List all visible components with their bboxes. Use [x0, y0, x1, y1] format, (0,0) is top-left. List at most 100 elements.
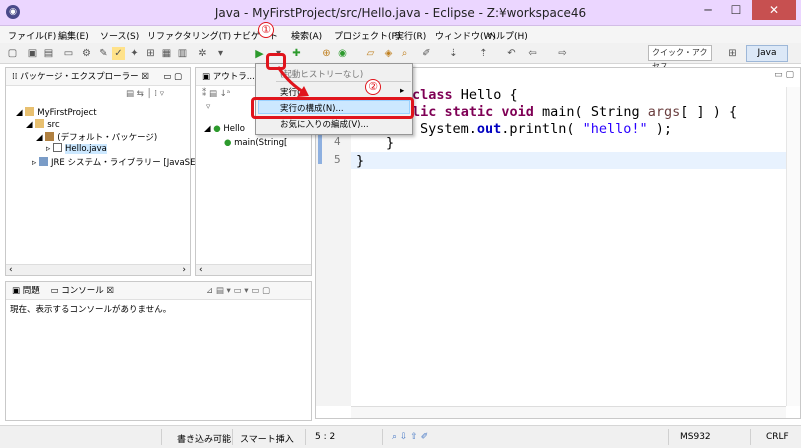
- submenu-arrow-icon: ▸: [400, 86, 405, 96]
- java-file-icon: [52, 143, 62, 152]
- outline-hscrollbar[interactable]: ‹: [196, 264, 311, 275]
- console-message: 現在、表示するコンソールがありません。: [10, 305, 172, 315]
- menu-refactor[interactable]: リファクタリング(T): [147, 29, 231, 42]
- open-perspective-icon[interactable]: ⊞: [726, 47, 739, 60]
- menu-search[interactable]: 検索(A): [291, 29, 322, 42]
- menu-source[interactable]: ソース(S): [100, 29, 139, 42]
- annotation-arrow: [276, 66, 309, 97]
- minimize-button[interactable]: ─: [694, 0, 722, 20]
- tree-item-jre[interactable]: ▹ JRE システム・ライブラリー [JavaSE-: [32, 156, 199, 168]
- explorer-hscrollbar[interactable]: ‹ ›: [6, 264, 190, 275]
- code-line-5: }: [356, 153, 365, 169]
- outline-toolbar[interactable]: ⁑ ▤ ↓ᵃ: [202, 89, 230, 99]
- current-line-highlight: [351, 152, 800, 169]
- maximize-button[interactable]: ☐: [722, 0, 750, 20]
- package-icon: [45, 132, 55, 141]
- console-toolbar[interactable]: ⊿ ▤ ▾ ▭ ▾ ▭ ▢: [206, 282, 270, 299]
- status-insert-mode: スマート挿入: [240, 435, 294, 445]
- editor-min-max-icon[interactable]: ▭ ▢: [774, 70, 794, 80]
- mark-icon[interactable]: ✓: [112, 47, 125, 60]
- search-icon[interactable]: ⌕: [398, 47, 411, 60]
- debug-dropdown-icon[interactable]: ▾: [214, 47, 227, 60]
- status-line-ending: CRLF: [766, 432, 789, 442]
- library-icon: [38, 157, 48, 166]
- run-icon[interactable]: ▶: [253, 47, 266, 60]
- format-icon[interactable]: ⊞: [144, 47, 157, 60]
- status-separator: [382, 429, 383, 445]
- highlight-icon[interactable]: ✦: [128, 47, 141, 60]
- status-writable: 書き込み可能: [177, 435, 232, 445]
- prev-annotation-icon[interactable]: ⇡: [477, 47, 490, 60]
- close-button[interactable]: ✕: [752, 0, 796, 20]
- java-perspective-button[interactable]: Java: [746, 45, 788, 62]
- save-icon[interactable]: ▣: [26, 47, 39, 60]
- run-external-icon[interactable]: ✚: [290, 47, 303, 60]
- menu-run[interactable]: 実行(R): [395, 29, 426, 42]
- organize-favorites-item[interactable]: お気に入りの編成(V)...: [280, 118, 369, 130]
- annotation-icon[interactable]: ✐: [420, 47, 433, 60]
- class-icon: ●: [213, 124, 221, 134]
- folder-icon: [25, 107, 35, 116]
- new-class-icon[interactable]: ◉: [336, 47, 349, 60]
- status-separator: [305, 429, 306, 445]
- view-icon[interactable]: ▥: [176, 47, 189, 60]
- status-separator: [161, 429, 162, 445]
- outline-item-main[interactable]: ● main(String[: [224, 138, 287, 148]
- tree-item-package[interactable]: ◢ (デフォルト・パッケージ): [36, 131, 157, 143]
- status-separator: [750, 429, 751, 445]
- tree-item-src[interactable]: ◢ src: [26, 119, 60, 130]
- console-tab[interactable]: ▭ コンソール ☒: [50, 286, 114, 296]
- tree-item-hello-java[interactable]: ▹ Hello.java: [46, 143, 107, 154]
- editor-hscrollbar[interactable]: [351, 406, 786, 418]
- status-separator: [232, 429, 233, 445]
- status-bar: 書き込み可能 スマート挿入 5 : 2 ⌕ ⇩ ⇧ ✐ MS932 CRLF: [0, 425, 801, 448]
- new-package-icon[interactable]: ⊕: [320, 47, 333, 60]
- code-line-1: class Hello {: [412, 87, 518, 103]
- menu-edit[interactable]: 編集(E): [58, 29, 89, 42]
- java-perspective-label: Java: [757, 48, 777, 58]
- settings-icon[interactable]: ⚙: [80, 47, 93, 60]
- console-tab-bar: ▣ 問題 ▭ コンソール ☒ ⊿ ▤ ▾ ▭ ▾ ▭ ▢: [6, 282, 311, 300]
- package-explorer-panel: ⁞⁞ パッケージ・エクスプローラー ☒ ▭ ▢ ▤ ⇆ │ ⁞ ▿ ◢ MyFir…: [5, 67, 199, 276]
- pin-icon[interactable]: ✎: [97, 47, 110, 60]
- menu-help[interactable]: ヘルプ(H): [487, 29, 528, 42]
- quick-access-input[interactable]: クイック・アクセス: [648, 45, 712, 71]
- line-number: 4: [334, 135, 341, 148]
- src-folder-icon: [35, 119, 45, 128]
- next-annotation-icon[interactable]: ⇣: [447, 47, 460, 60]
- back-icon[interactable]: ⇦: [526, 47, 539, 60]
- annotation-step-1: ①: [258, 22, 274, 38]
- debug-icon[interactable]: ✲: [196, 47, 209, 60]
- save-all-icon[interactable]: ▤: [42, 47, 55, 60]
- console-icon: ▭: [50, 286, 62, 296]
- tree-item-project[interactable]: ◢ MyFirstProject: [16, 107, 97, 118]
- terminal-icon[interactable]: ▭: [62, 47, 75, 60]
- code-line-3: System.out.println( "hello!" );: [420, 121, 672, 137]
- explorer-toolbar[interactable]: ▤ ⇆ │ ⁞ ▿: [126, 89, 164, 99]
- toolbar: ▢ ▣ ▤ ▭ ⚙ ✎ ✓ ✦ ⊞ ▦ ▥ ✲ ▾ ▶ ▾ ✚ ⊕ ◉ ▱ ◈ …: [0, 43, 801, 71]
- status-position: 5 : 2: [315, 432, 336, 442]
- title-bar: ◉ Java - MyFirstProject/src/Hello.java -…: [0, 0, 801, 26]
- menu-file[interactable]: ファイル(F): [8, 29, 56, 42]
- status-icons[interactable]: ⌕ ⇩ ⇧ ✐: [392, 432, 428, 442]
- window-title: Java - MyFirstProject/src/Hello.java - E…: [214, 6, 587, 20]
- code-line-4: }: [386, 135, 395, 151]
- forward-icon[interactable]: ⇨: [556, 47, 569, 60]
- console-panel: ▣ 問題 ▭ コンソール ☒ ⊿ ▤ ▾ ▭ ▾ ▭ ▢ 現在、表示するコンソー…: [5, 281, 312, 421]
- package-explorer-icon: ⁞⁞: [12, 72, 21, 82]
- problems-tab[interactable]: ▣ 問題: [12, 286, 40, 296]
- open-task-icon[interactable]: ◈: [382, 47, 395, 60]
- line-number: 5: [334, 153, 341, 166]
- open-type-icon[interactable]: ▱: [364, 47, 377, 60]
- last-edit-icon[interactable]: ↶: [505, 47, 518, 60]
- menu-project[interactable]: プロジェクト(P): [334, 29, 400, 42]
- method-icon: ●: [224, 138, 232, 148]
- package-explorer-tab[interactable]: ⁞⁞ パッケージ・エクスプローラー ☒ ▭ ▢: [6, 68, 190, 86]
- new-icon[interactable]: ▢: [6, 47, 19, 60]
- outline-item-class[interactable]: ◢ ● Hello: [204, 124, 245, 134]
- toggle-icon[interactable]: ▦: [160, 47, 173, 60]
- editor-vscrollbar[interactable]: [786, 87, 800, 406]
- outline-menu-icon[interactable]: ▿: [206, 102, 210, 112]
- problems-icon: ▣: [12, 286, 23, 296]
- outline-icon: ▣: [202, 72, 213, 82]
